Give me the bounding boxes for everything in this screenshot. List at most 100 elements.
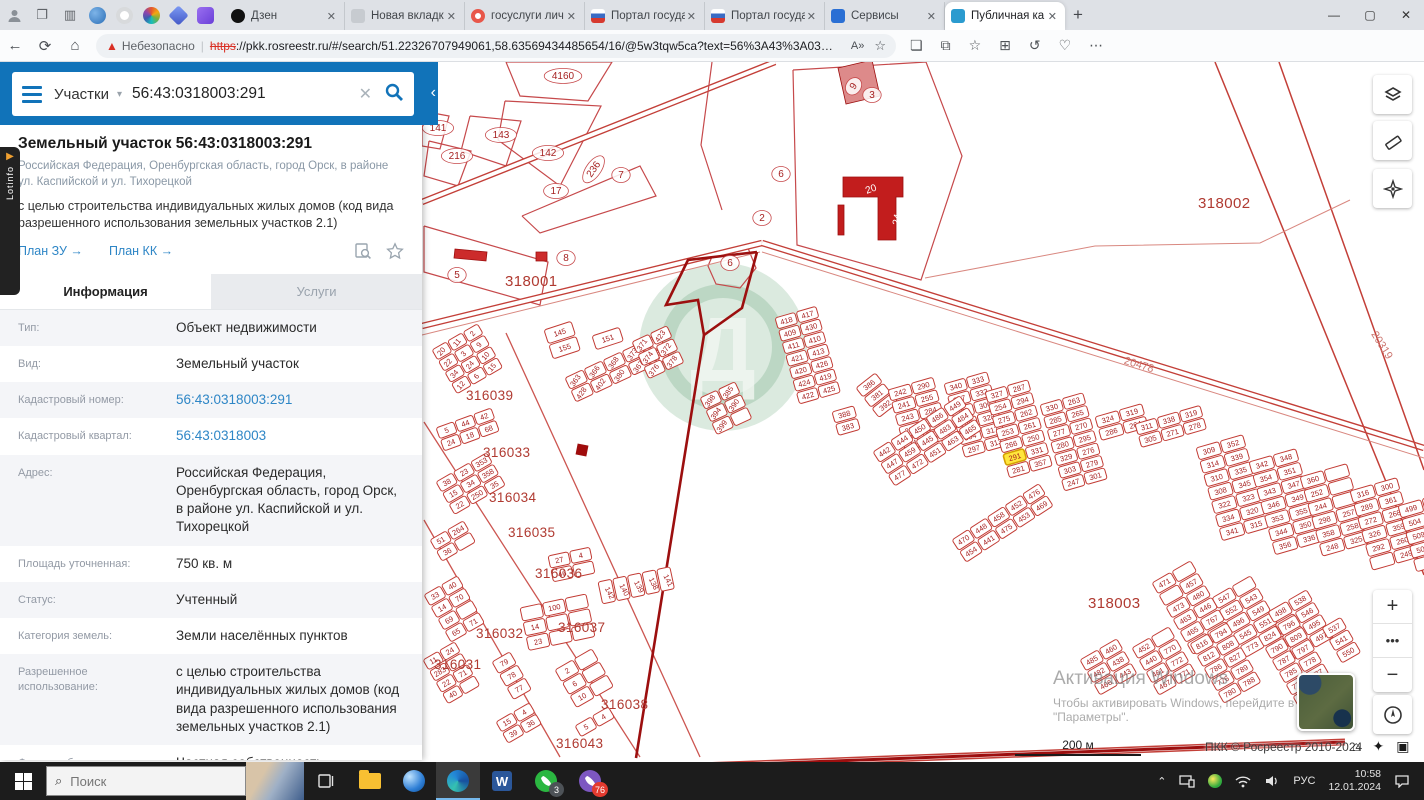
info-row-value[interactable]: 56:43:0318003:291 — [176, 391, 404, 409]
quarter-number-label: 318001 — [505, 273, 557, 290]
browser-tab-4[interactable]: Портал госуда ✕ — [705, 2, 825, 30]
chevron-down-icon: ▾ — [117, 88, 123, 100]
tab-close-icon[interactable]: ✕ — [445, 10, 458, 23]
new-tab-button[interactable]: + — [1073, 5, 1083, 25]
file-explorer-icon[interactable] — [348, 762, 392, 800]
devices-icon[interactable] — [1179, 774, 1196, 788]
antivirus-tray-icon[interactable] — [1208, 774, 1223, 788]
basemap-icon[interactable]: ▣ — [1396, 738, 1409, 755]
search-input[interactable] — [132, 85, 359, 103]
sidebar-icon[interactable]: ▥ — [57, 4, 83, 26]
tab-close-icon[interactable]: ✕ — [805, 10, 818, 23]
menu-icon[interactable] — [22, 85, 42, 103]
center-marker-icon[interactable]: ✦ — [1372, 738, 1384, 755]
browser-tab-2[interactable]: госуслуги лич ✕ — [465, 2, 585, 30]
task-view-button[interactable] — [304, 762, 348, 800]
history-icon[interactable]: ↺ — [1029, 37, 1041, 54]
extension-swirl-icon[interactable] — [143, 6, 160, 24]
svg-text:5: 5 — [454, 270, 460, 281]
favorites-bar-icon[interactable]: ☆ — [969, 37, 982, 54]
tab-stack-icon[interactable]: ❐ — [29, 4, 55, 26]
svg-text:6: 6 — [778, 169, 784, 180]
search-type-select[interactable]: Участки — [54, 86, 109, 103]
news-widget-thumbnail[interactable] — [246, 762, 304, 800]
plan-kk-link[interactable]: План КК → — [109, 244, 173, 258]
extension-grid-icon[interactable] — [197, 6, 214, 24]
layers-button[interactable] — [1373, 75, 1412, 114]
photos-app-icon[interactable] — [392, 762, 436, 800]
quarter-number-label: 316034 — [489, 490, 537, 505]
extension-diamond-icon[interactable] — [168, 4, 189, 26]
volume-icon[interactable] — [1264, 774, 1280, 788]
clear-search-icon[interactable]: ✕ — [359, 84, 372, 104]
browser-tab-1[interactable]: Новая вкладк ✕ — [345, 2, 465, 30]
tab-close-icon[interactable]: ✕ — [925, 10, 938, 23]
map-label: 3 — [862, 87, 882, 103]
tab-close-icon[interactable]: ✕ — [685, 10, 698, 23]
profile-icon[interactable] — [1, 4, 27, 26]
clock[interactable]: 10:58 12.01.2024 — [1328, 768, 1381, 794]
satellite-layer-thumbnail[interactable] — [1297, 673, 1355, 731]
search-bar[interactable]: Участки ▾ ✕ — [12, 72, 414, 116]
word-app-icon[interactable]: W — [480, 762, 524, 800]
address-bar[interactable]: ▲ Небезопасно | https ://pkk.rosreestr.r… — [96, 33, 896, 58]
tab-close-icon[interactable]: ✕ — [325, 10, 338, 23]
read-aloud-icon[interactable]: A» — [851, 40, 864, 52]
star-icon[interactable] — [386, 242, 404, 260]
lotinfo-side-tab[interactable]: ▶ Lotinfo — [0, 147, 20, 295]
zoom-in-button[interactable]: + — [1373, 590, 1412, 624]
window-close-button[interactable]: ✕ — [1388, 1, 1424, 29]
tab-information[interactable]: Информация — [0, 273, 211, 309]
reload-button[interactable]: ⟳ — [30, 37, 60, 55]
extensions-icon[interactable]: ⊞ — [999, 37, 1011, 54]
preview-icon[interactable] — [354, 242, 372, 260]
tray-expand-icon[interactable]: ⌃ — [1157, 775, 1166, 788]
browser-tab-0[interactable]: Дзен ✕ — [225, 2, 345, 30]
map-label: 2 — [752, 210, 772, 226]
notification-center-icon[interactable] — [1394, 774, 1410, 788]
favorite-star-icon[interactable]: ☆ — [874, 38, 886, 54]
zoom-out-button[interactable]: − — [1373, 658, 1412, 692]
my-location-button[interactable] — [1373, 695, 1412, 734]
start-button[interactable] — [0, 762, 46, 800]
info-row: Форма собственности: Частная собственност… — [0, 745, 422, 760]
ru-flag-favicon — [591, 9, 605, 23]
taskbar-search-input[interactable] — [70, 773, 201, 789]
edge-browser-icon[interactable] — [436, 762, 480, 800]
extension-ring-icon[interactable] — [116, 6, 133, 24]
window-minimize-button[interactable]: — — [1316, 1, 1352, 29]
browser-essentials-icon[interactable]: ♡ — [1059, 37, 1072, 54]
browser-tab-5[interactable]: Сервисы ✕ — [825, 2, 945, 30]
tab-services[interactable]: Услуги — [211, 273, 422, 309]
whatsapp-icon[interactable]: 3 — [524, 762, 568, 800]
viber-badge: 76 — [591, 782, 608, 797]
info-row-value: с целью строительства индивидуальных жил… — [176, 664, 400, 734]
more-options-button[interactable]: ••• — [1373, 624, 1412, 658]
info-row-value[interactable]: 56:43:0318003 — [176, 427, 404, 445]
collections-icon[interactable]: ❏ — [910, 37, 923, 54]
window-maximize-button[interactable]: ▢ — [1352, 1, 1388, 29]
viber-icon[interactable]: 76 — [568, 762, 612, 800]
taskbar-search[interactable]: ⌕ — [46, 766, 246, 796]
tab-close-icon[interactable]: ✕ — [565, 10, 578, 23]
search-icon[interactable] — [384, 82, 404, 107]
plan-zu-link[interactable]: План ЗУ → — [18, 244, 83, 258]
back-button[interactable]: ← — [0, 37, 30, 54]
browser-tab-3[interactable]: Портал госуда ✕ — [585, 2, 705, 30]
info-row-label: Кадастровый номер: — [18, 394, 124, 407]
language-indicator[interactable]: РУС — [1293, 775, 1315, 787]
collapse-panel-icon[interactable]: ‹ — [431, 84, 436, 102]
wifi-icon[interactable] — [1235, 775, 1251, 788]
tab-close-icon[interactable]: ✕ — [1046, 10, 1059, 23]
extension-globe-icon[interactable] — [89, 6, 106, 24]
quarter-number-label: 316039 — [466, 388, 513, 403]
identify-point-button[interactable] — [1373, 169, 1412, 208]
browser-tab-6[interactable]: Публичная ка ✕ — [945, 2, 1065, 30]
home-view-icon[interactable]: ⌂ — [1352, 738, 1360, 755]
measure-ruler-button[interactable] — [1373, 121, 1412, 160]
map-label: 6 — [720, 255, 740, 271]
split-screen-icon[interactable]: ⧉ — [941, 37, 951, 54]
info-row-value: Земельный участок — [176, 356, 299, 371]
settings-more-icon[interactable]: ⋯ — [1089, 37, 1103, 54]
home-button[interactable]: ⌂ — [60, 37, 90, 54]
